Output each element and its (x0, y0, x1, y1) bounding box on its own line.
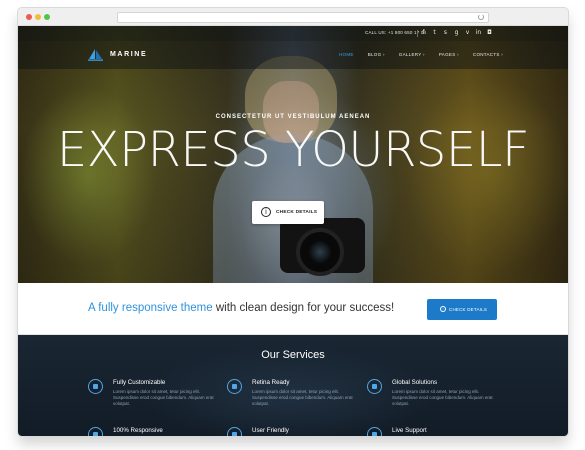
hero-kicker: CONSECTETUR UT VESTIBULUM AENEAN (215, 114, 371, 120)
instagram-icon[interactable]: ◘ (486, 29, 493, 37)
nav-item-pages[interactable]: PAGES › (439, 52, 459, 57)
nav-item-blog[interactable]: BLOG › (368, 52, 385, 57)
top-bar: CALL US: +1 800 650 17 04 f t s g v in ◘ (18, 26, 568, 41)
arrow-circle-icon: › (440, 306, 446, 312)
browser-toolbar (18, 8, 568, 26)
nav-item-home[interactable]: HOME (339, 52, 354, 57)
brand-name[interactable]: MARINE (110, 51, 147, 58)
web-page: CALL US: +1 800 650 17 04 f t s g v in ◘ (18, 26, 568, 436)
customize-icon (88, 379, 103, 394)
eye-icon (227, 379, 242, 394)
services-section: Our Services Fully Customizable Lorem ip… (18, 335, 568, 436)
info-icon: i (261, 207, 271, 217)
hero-headline: EXPRESS YOURSELF (56, 122, 530, 178)
main-navbar: MARINE HOME BLOG › GALLERY › PAGES › CON… (18, 41, 568, 69)
globe-icon (367, 379, 382, 394)
promo-check-details-button[interactable]: › CHECK DETAILS (427, 299, 497, 320)
hero-section: CALL US: +1 800 650 17 04 f t s g v in ◘ (18, 26, 568, 283)
reload-icon[interactable] (478, 14, 484, 20)
sailboat-logo-icon[interactable] (88, 49, 103, 61)
hero-check-details-button[interactable]: i CHECK DETAILS (252, 201, 324, 224)
maximize-window-icon[interactable] (44, 14, 50, 20)
close-window-icon[interactable] (26, 14, 32, 20)
nav-menu: HOME BLOG › GALLERY › PAGES › CONTACTS › (339, 52, 503, 57)
social-links: f t s g v in ◘ (420, 29, 493, 37)
linkedin-icon[interactable]: in (475, 29, 482, 37)
browser-window: CALL US: +1 800 650 17 04 f t s g v in ◘ (18, 8, 568, 436)
services-title: Our Services (261, 349, 325, 361)
headset-icon (367, 427, 382, 436)
twitter-icon[interactable]: t (431, 29, 438, 37)
facebook-icon[interactable]: f (420, 29, 427, 37)
vimeo-icon[interactable]: v (464, 29, 471, 37)
google-plus-icon[interactable]: g (453, 29, 460, 37)
address-bar[interactable] (117, 12, 489, 23)
skype-icon[interactable]: s (442, 29, 449, 37)
devices-icon (88, 427, 103, 436)
nav-item-contacts[interactable]: CONTACTS › (473, 52, 503, 57)
nav-item-gallery[interactable]: GALLERY › (399, 52, 425, 57)
user-icon (227, 427, 242, 436)
promo-text: A fully responsive theme with clean desi… (88, 302, 395, 314)
promo-band: A fully responsive theme with clean desi… (18, 283, 568, 335)
minimize-window-icon[interactable] (35, 14, 41, 20)
